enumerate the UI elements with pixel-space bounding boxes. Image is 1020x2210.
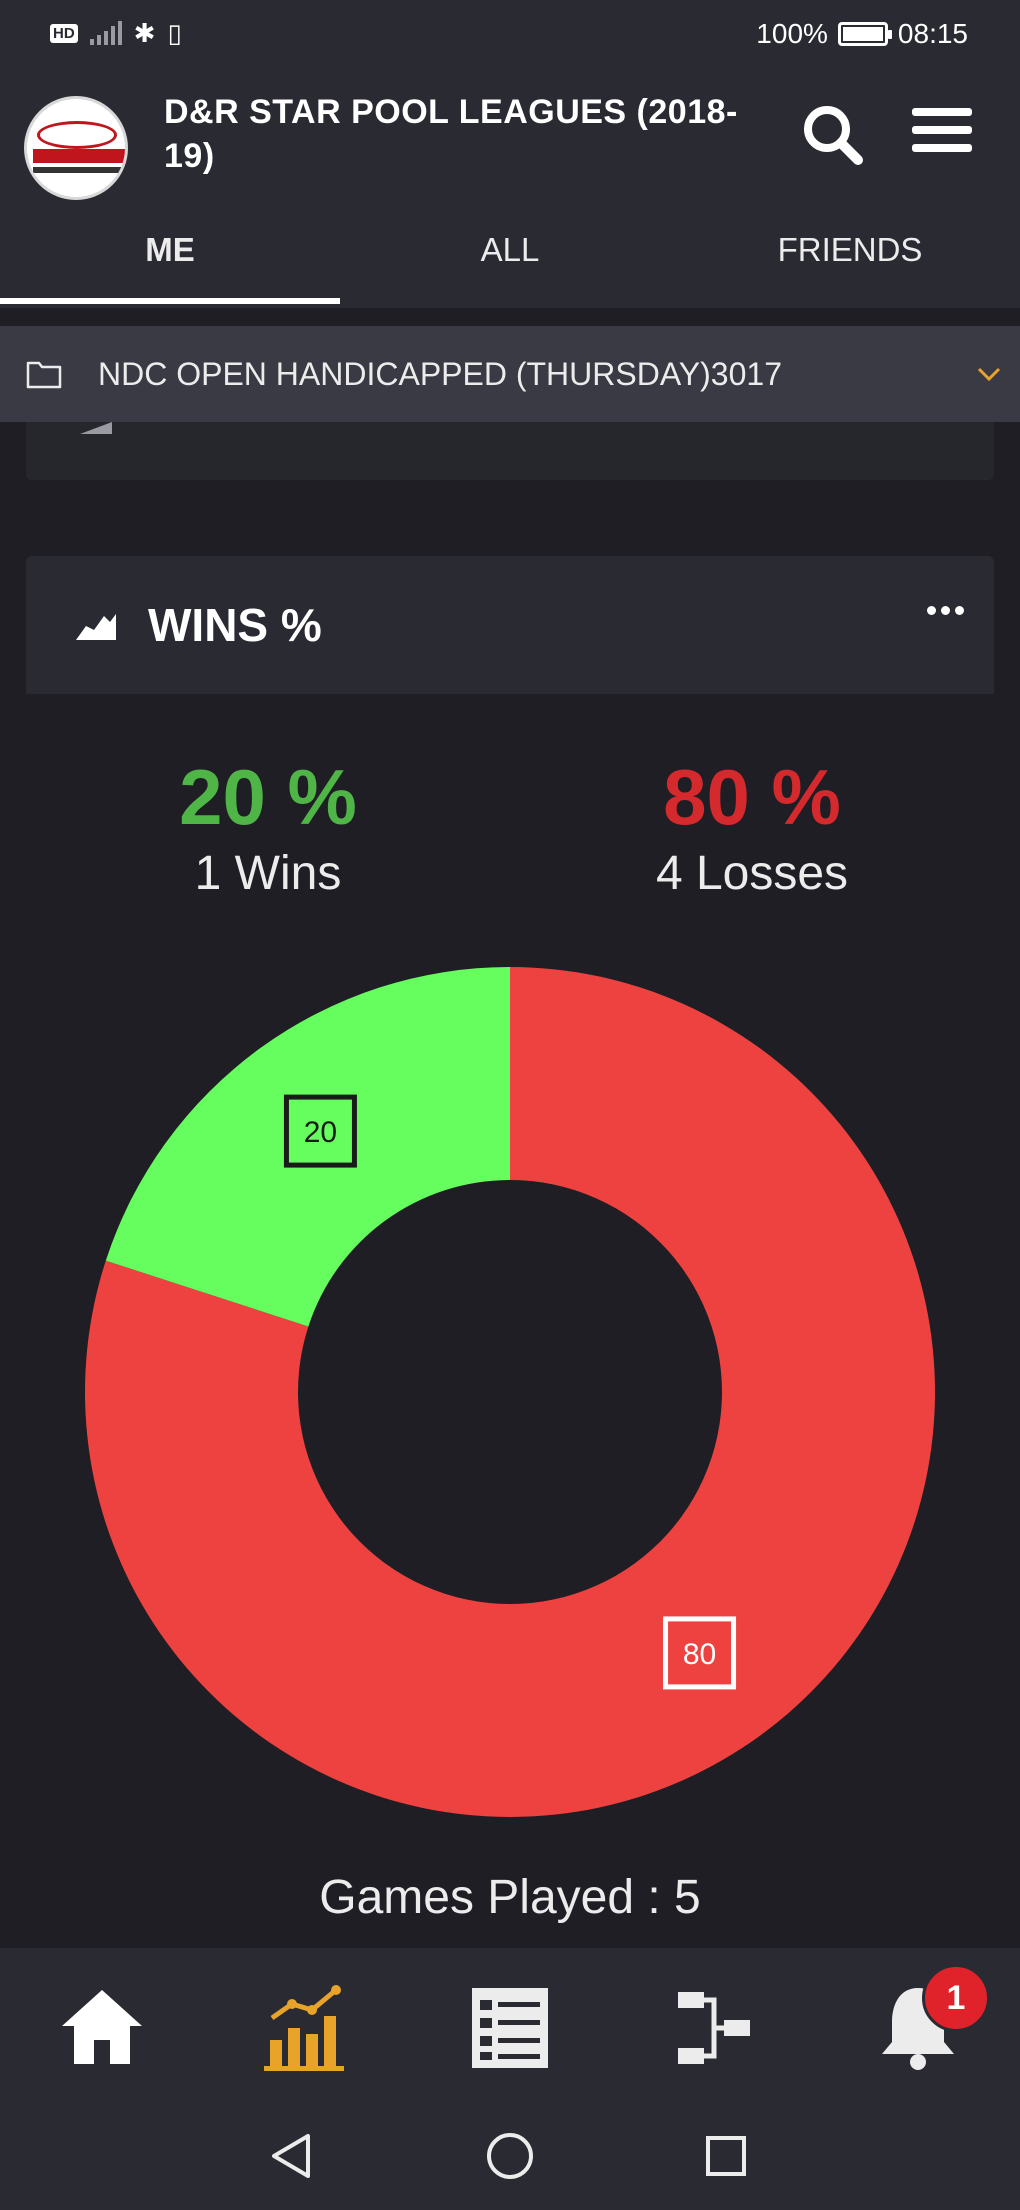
- area-chart-icon: [76, 614, 116, 640]
- league-selector[interactable]: NDC OPEN HANDICAPPED (THURSDAY)3017: [0, 326, 1020, 422]
- page-title: D&R STAR POOL LEAGUES (2018-19): [164, 93, 738, 175]
- bottom-nav: [0, 1948, 1020, 2098]
- chevron-down-icon[interactable]: [974, 359, 1004, 389]
- battery-icon: [837, 22, 892, 46]
- search-icon[interactable]: [800, 102, 864, 166]
- losses-percent: 80 %: [663, 753, 841, 841]
- back-icon[interactable]: [262, 2126, 322, 2186]
- svg-text:20: 20: [304, 1116, 337, 1149]
- status-bar: HD ✱ ▯ 100% 08:15: [0, 0, 1020, 72]
- more-options-icon[interactable]: [927, 606, 964, 615]
- wins-stat: 20 % 1 Wins: [68, 752, 468, 904]
- tab-me[interactable]: ME: [0, 202, 340, 308]
- games-played: Games Played : 5: [319, 1871, 701, 1924]
- stats-chart-icon[interactable]: [256, 1978, 356, 2078]
- chart-area-icon: [80, 422, 112, 434]
- home-icon[interactable]: [52, 1978, 152, 2078]
- tab-bar: ME ALL FRIENDS: [0, 202, 1020, 308]
- card-title: WINS %: [148, 599, 322, 651]
- league-logo[interactable]: [24, 96, 128, 200]
- wins-count: 1 Wins: [194, 847, 342, 900]
- hd-badge: HD: [50, 23, 78, 43]
- losses-stat: 80 % 4 Losses: [552, 752, 952, 904]
- notification-badge[interactable]: 1: [922, 1964, 990, 2032]
- system-nav-bar: [0, 2098, 1020, 2210]
- list-icon[interactable]: [460, 1978, 560, 2078]
- folder-icon: [26, 361, 62, 389]
- clock: 08:15: [897, 18, 968, 49]
- wins-percent: 20 %: [179, 753, 357, 841]
- previous-card-bottom: [26, 422, 994, 480]
- losses-count: 4 Losses: [655, 847, 849, 900]
- tab-friends[interactable]: FRIENDS: [680, 202, 1020, 308]
- battery-percent: 100%: [756, 18, 828, 49]
- wins-donut-chart: 80 20: [84, 967, 936, 1817]
- tab-all[interactable]: ALL: [340, 202, 680, 308]
- bracket-icon[interactable]: [664, 1978, 764, 2078]
- recents-icon[interactable]: [696, 2126, 756, 2186]
- status-right: 100% 08:15: [756, 18, 968, 50]
- bluetooth-icon: ✱: [133, 18, 156, 48]
- svg-text:80: 80: [683, 1638, 716, 1671]
- status-left: HD ✱ ▯: [50, 20, 182, 46]
- menu-icon[interactable]: [912, 108, 972, 160]
- app-header: D&R STAR POOL LEAGUES (2018-19): [0, 72, 1020, 202]
- signal-icon: [89, 21, 122, 45]
- vibrate-icon: ▯: [167, 18, 182, 48]
- home-circle-icon[interactable]: [480, 2126, 540, 2186]
- league-name: NDC OPEN HANDICAPPED (THURSDAY)3017: [98, 355, 782, 392]
- wins-card-header: WINS %: [26, 556, 994, 694]
